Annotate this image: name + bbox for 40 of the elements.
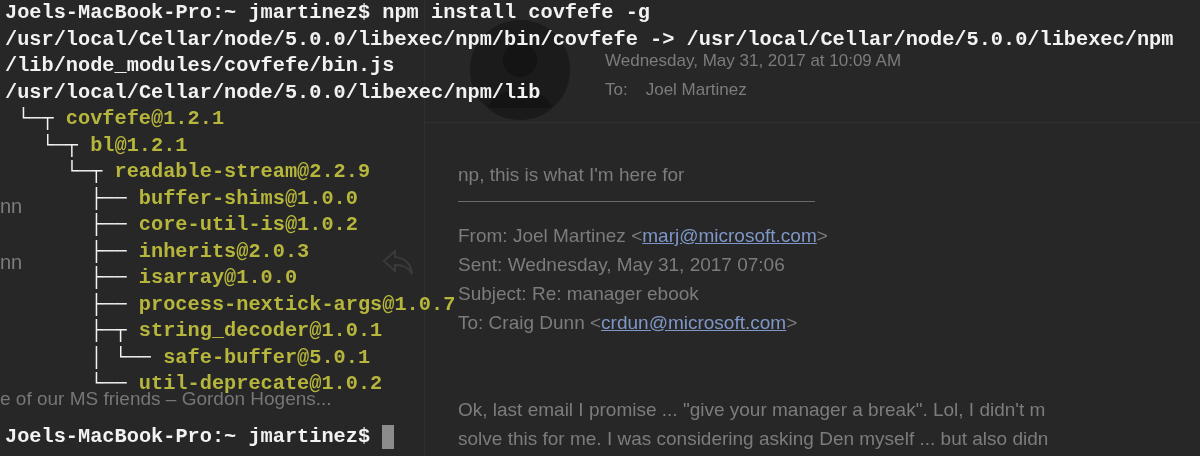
sender-name: nn xyxy=(0,250,23,274)
body-text: np, this is what I'm here for xyxy=(458,163,686,187)
sender-name: nn xyxy=(0,194,23,218)
recipient-name: Joel Martinez xyxy=(645,80,747,100)
tree-branch: ├── xyxy=(90,291,127,318)
tree-branch: ├── xyxy=(90,265,127,291)
package-name: buffer-shims@1.0.0 xyxy=(138,185,358,212)
package-name: process-nextick-args@1.0.7 xyxy=(138,291,456,318)
package-name: readable-stream@2.2.9 xyxy=(114,159,371,185)
tree-branch: ├─┬ xyxy=(90,318,127,344)
output-line: /usr/local/Cellar/node/5.0.0/libexec/npm/bin/covfefe -> /usr/local/Cellar/node/5.0.0/libexec/npm xyxy=(5,26,1174,53)
output-line: /lib/node_modules/covfefe/bin.js xyxy=(5,53,395,79)
body-text: Ok, last email I promise ... "give your manager a break". Lol, I didn't m xyxy=(458,398,1047,422)
package-name: covfefe@1.2.1 xyxy=(65,106,225,132)
package-name: safe-buffer@5.0.1 xyxy=(163,344,371,371)
email-link[interactable]: marj@microsoft.com xyxy=(642,225,817,246)
header-line: From: Joel Martinez <marj@microsoft.com> xyxy=(458,224,829,248)
shell-prompt: Joels-MacBook-Pro:~ jmartinez$ xyxy=(5,424,371,450)
package-name: isarray@1.0.0 xyxy=(138,265,298,291)
command-text: npm install covfefe -g xyxy=(382,0,651,26)
tree-branch: ├── xyxy=(90,185,127,212)
package-name: string_decoder@1.0.1 xyxy=(138,318,383,344)
package-name: bl@1.2.1 xyxy=(90,132,188,159)
package-name: core-util-is@1.0.2 xyxy=(138,212,358,238)
body-text: Sent: Wednesday, May 31, 2017 07:06 xyxy=(458,253,786,277)
tree-branch: └─┬ xyxy=(41,132,78,159)
package-name: inherits@2.0.3 xyxy=(138,238,310,265)
to-label: To: xyxy=(605,80,628,100)
message-date: Wednesday, May 31, 2017 at 10:09 AM xyxy=(605,51,902,71)
body-text: solve this for me. I was considering asking Den myself ... but also didn xyxy=(458,427,1050,451)
tree-branch: ├── xyxy=(90,212,127,238)
tree-branch: └─┬ xyxy=(65,159,103,185)
body-text: Subject: Re: manager ebook xyxy=(458,282,700,306)
email-link[interactable]: crdun@microsoft.com xyxy=(601,312,787,333)
tree-branch: └─┬ xyxy=(17,106,54,132)
output-line: /usr/local/Cellar/node/5.0.0/libexec/npm/lib xyxy=(5,79,541,106)
header-line: To: Craig Dunn <crdun@microsoft.com> xyxy=(458,311,799,335)
tree-branch: │ └── xyxy=(90,344,152,371)
shell-prompt: Joels-MacBook-Pro:~ jmartinez$ xyxy=(5,0,371,26)
tree-branch: ├── xyxy=(90,238,127,265)
